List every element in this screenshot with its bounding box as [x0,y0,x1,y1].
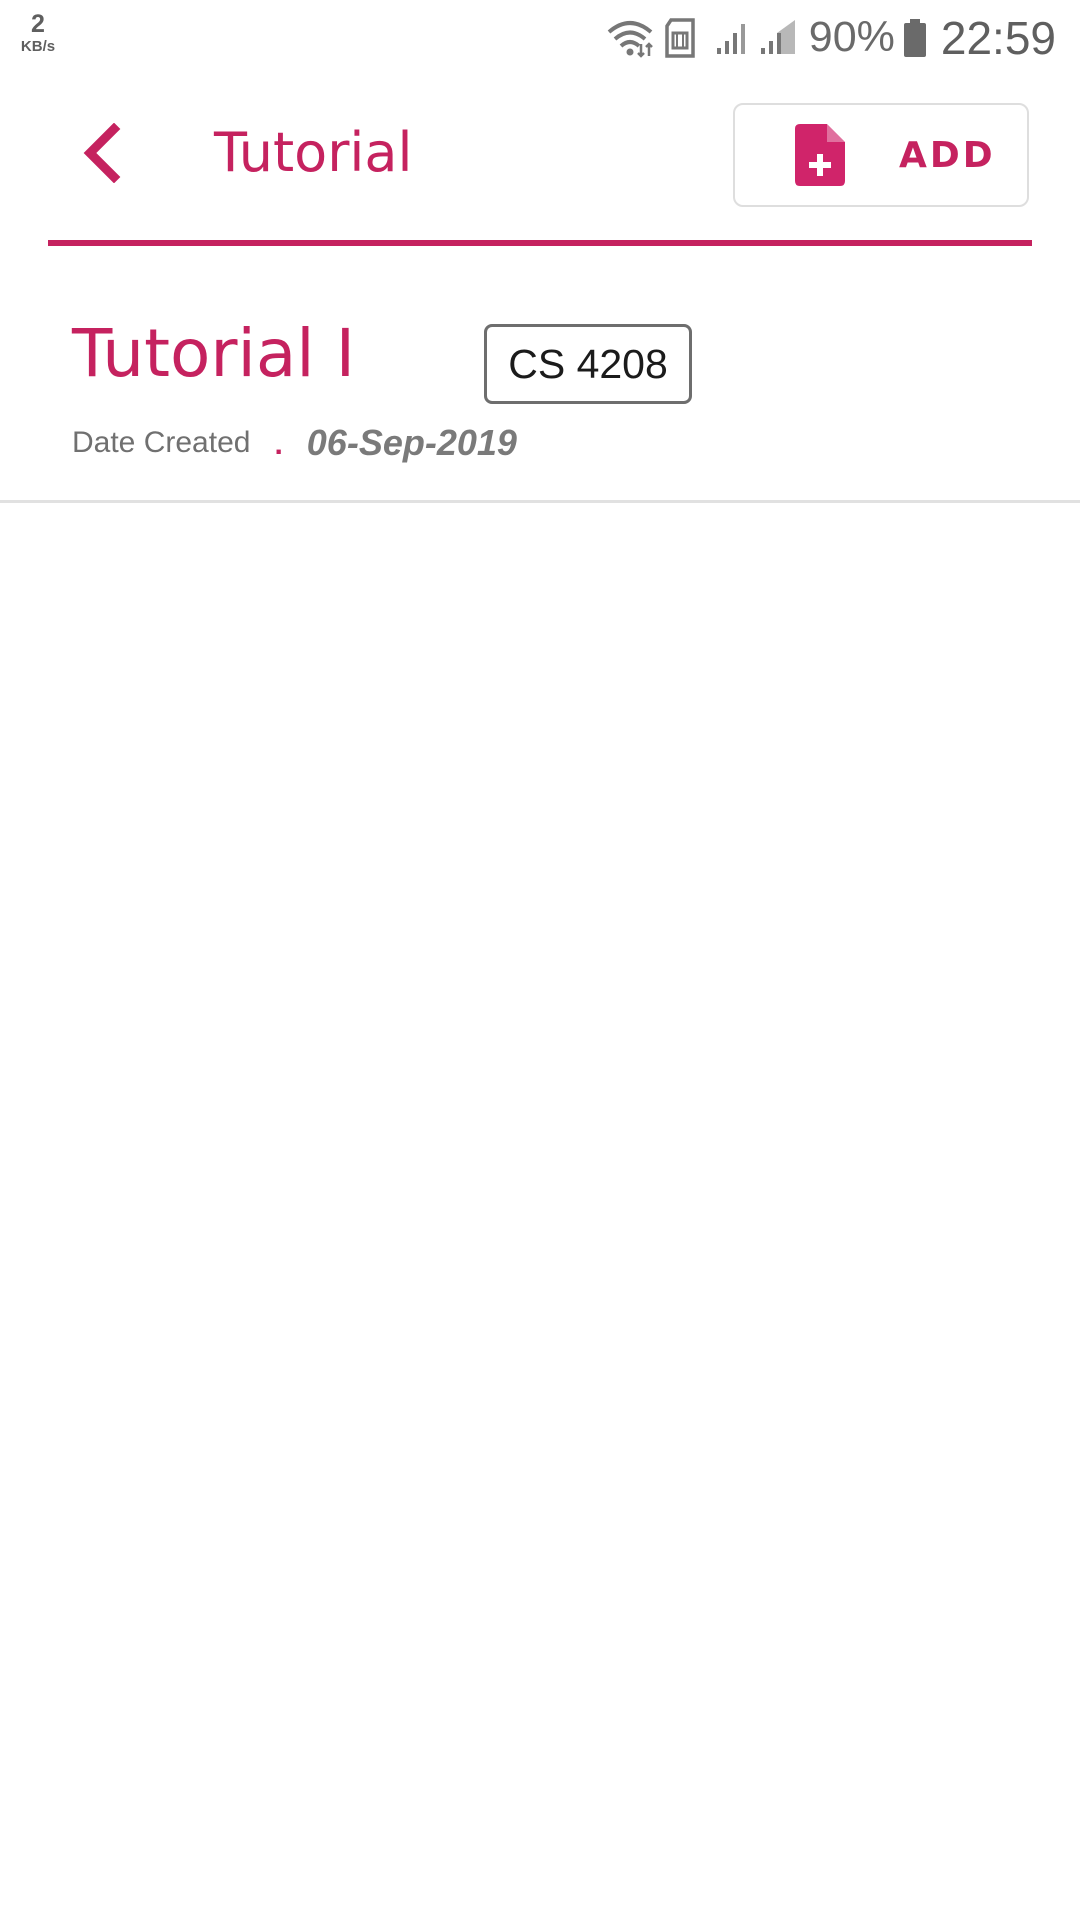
clock: 22:59 [940,11,1056,64]
network-speed-unit: KB/s [20,38,56,55]
add-button-label: ADD [899,134,996,176]
app-bar: Tutorial ADD [0,75,1080,245]
back-button[interactable] [70,120,130,190]
date-label: Date Created [72,426,251,459]
page-title: Tutorial [214,121,413,184]
course-badge: CS 4208 [484,324,692,404]
chevron-left-icon [78,122,122,188]
signal-icon [715,20,751,56]
item-title: Tutorial I [72,315,356,392]
date-separator: . [274,428,283,461]
date-value: 06-Sep-2019 [306,422,517,463]
sim-icon [663,17,697,58]
network-speed: 2 KB/s [16,10,60,55]
note-add-icon [795,124,845,186]
network-speed-value: 2 [31,10,45,38]
add-button[interactable]: ADD [733,103,1029,207]
status-bar: 2 KB/s 90% 22:59 [0,0,1080,75]
list-item[interactable]: Tutorial I CS 4208 Date Created . 06-Sep… [0,246,1080,502]
wifi-icon [605,18,655,58]
status-icons: 90% 22:59 [605,10,1056,65]
battery-percent: 90% [808,13,895,61]
divider [0,500,1080,503]
battery-icon [903,18,927,58]
signal-icon [759,19,795,56]
date-row: Date Created . 06-Sep-2019 [72,418,517,468]
